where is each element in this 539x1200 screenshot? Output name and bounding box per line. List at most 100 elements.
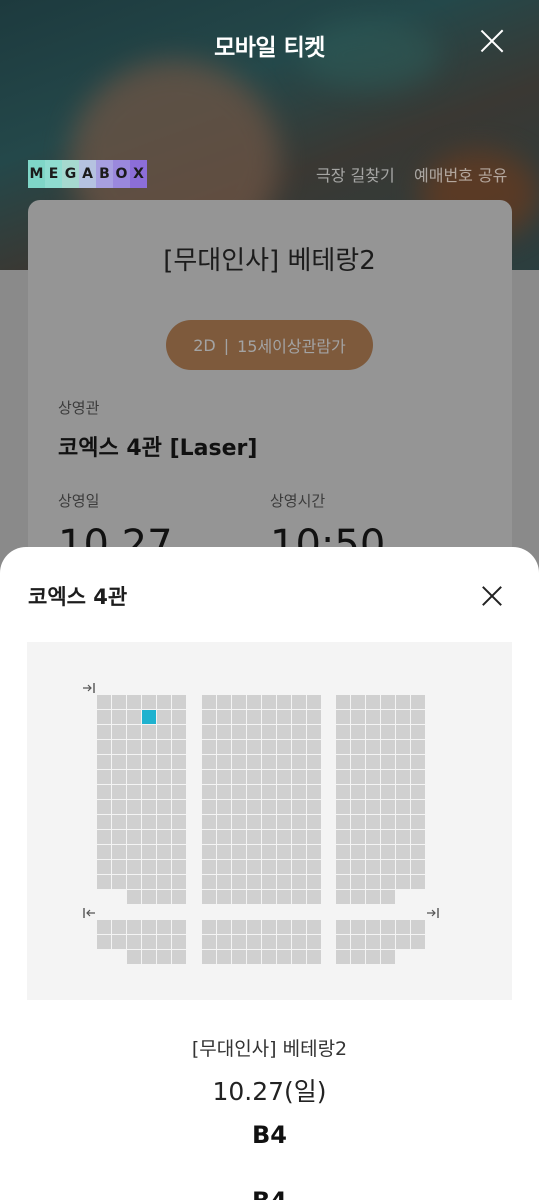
seat[interactable] xyxy=(97,770,111,784)
seat[interactable] xyxy=(232,695,246,709)
seat[interactable] xyxy=(351,815,365,829)
seat[interactable] xyxy=(262,845,276,859)
seat[interactable] xyxy=(381,815,395,829)
seat[interactable] xyxy=(127,770,141,784)
seat[interactable] xyxy=(202,950,216,964)
seat[interactable] xyxy=(292,815,306,829)
seat[interactable] xyxy=(381,950,395,964)
seat[interactable] xyxy=(411,740,425,754)
seat[interactable] xyxy=(277,890,291,904)
seat[interactable] xyxy=(112,830,126,844)
seat[interactable] xyxy=(202,740,216,754)
seat[interactable] xyxy=(396,830,410,844)
seat[interactable] xyxy=(247,860,261,874)
seat[interactable] xyxy=(217,845,231,859)
seat[interactable] xyxy=(366,755,380,769)
seat[interactable] xyxy=(247,815,261,829)
seat[interactable] xyxy=(172,920,186,934)
seat[interactable] xyxy=(232,755,246,769)
seat[interactable] xyxy=(217,935,231,949)
seat[interactable] xyxy=(336,935,350,949)
seat[interactable] xyxy=(307,740,321,754)
seat[interactable] xyxy=(112,785,126,799)
seat[interactable] xyxy=(127,830,141,844)
seat[interactable] xyxy=(336,755,350,769)
seat[interactable] xyxy=(411,875,425,889)
seat[interactable] xyxy=(97,860,111,874)
seat[interactable] xyxy=(157,920,171,934)
seat[interactable] xyxy=(127,815,141,829)
seat[interactable] xyxy=(97,875,111,889)
seat[interactable] xyxy=(366,725,380,739)
seat[interactable] xyxy=(366,695,380,709)
seat[interactable] xyxy=(396,770,410,784)
seat[interactable] xyxy=(307,875,321,889)
seat[interactable] xyxy=(157,890,171,904)
seat[interactable] xyxy=(366,860,380,874)
seat[interactable] xyxy=(366,710,380,724)
seat[interactable] xyxy=(366,875,380,889)
seat[interactable] xyxy=(381,830,395,844)
seat[interactable] xyxy=(142,695,156,709)
seat[interactable] xyxy=(292,830,306,844)
seat[interactable] xyxy=(127,860,141,874)
seat[interactable] xyxy=(277,800,291,814)
seat[interactable] xyxy=(336,860,350,874)
seat[interactable] xyxy=(172,785,186,799)
seat[interactable] xyxy=(307,935,321,949)
seat[interactable] xyxy=(217,920,231,934)
seat[interactable] xyxy=(336,830,350,844)
seat[interactable] xyxy=(157,845,171,859)
seat[interactable] xyxy=(292,920,306,934)
seat[interactable] xyxy=(97,785,111,799)
seat[interactable] xyxy=(396,755,410,769)
seat[interactable] xyxy=(112,875,126,889)
seat[interactable] xyxy=(112,755,126,769)
seat[interactable] xyxy=(157,830,171,844)
seat[interactable] xyxy=(262,890,276,904)
seat[interactable] xyxy=(217,770,231,784)
seat[interactable] xyxy=(247,920,261,934)
seat[interactable] xyxy=(292,740,306,754)
seat[interactable] xyxy=(292,890,306,904)
seat[interactable] xyxy=(351,695,365,709)
seat[interactable] xyxy=(202,800,216,814)
selected-seat[interactable] xyxy=(142,710,156,724)
seat[interactable] xyxy=(172,815,186,829)
seat[interactable] xyxy=(202,710,216,724)
seat[interactable] xyxy=(411,815,425,829)
seat[interactable] xyxy=(247,830,261,844)
seat[interactable] xyxy=(262,875,276,889)
seat[interactable] xyxy=(307,725,321,739)
seat[interactable] xyxy=(127,800,141,814)
seat[interactable] xyxy=(142,950,156,964)
seat[interactable] xyxy=(157,860,171,874)
seat[interactable] xyxy=(127,950,141,964)
seat[interactable] xyxy=(112,935,126,949)
seat[interactable] xyxy=(247,695,261,709)
seat[interactable] xyxy=(172,845,186,859)
close-icon[interactable] xyxy=(481,585,503,607)
seat[interactable] xyxy=(366,935,380,949)
seat[interactable] xyxy=(292,875,306,889)
seat[interactable] xyxy=(411,695,425,709)
seat[interactable] xyxy=(232,845,246,859)
seat[interactable] xyxy=(277,785,291,799)
seat[interactable] xyxy=(202,695,216,709)
seat[interactable] xyxy=(307,800,321,814)
seat[interactable] xyxy=(411,755,425,769)
seat[interactable] xyxy=(97,800,111,814)
seat[interactable] xyxy=(247,800,261,814)
seat[interactable] xyxy=(396,695,410,709)
seat[interactable] xyxy=(172,695,186,709)
seat[interactable] xyxy=(307,710,321,724)
seat[interactable] xyxy=(157,875,171,889)
seat[interactable] xyxy=(351,725,365,739)
seat[interactable] xyxy=(366,785,380,799)
seat[interactable] xyxy=(381,800,395,814)
seat[interactable] xyxy=(396,845,410,859)
seat[interactable] xyxy=(277,815,291,829)
seat[interactable] xyxy=(396,935,410,949)
seat[interactable] xyxy=(366,845,380,859)
seat[interactable] xyxy=(202,785,216,799)
